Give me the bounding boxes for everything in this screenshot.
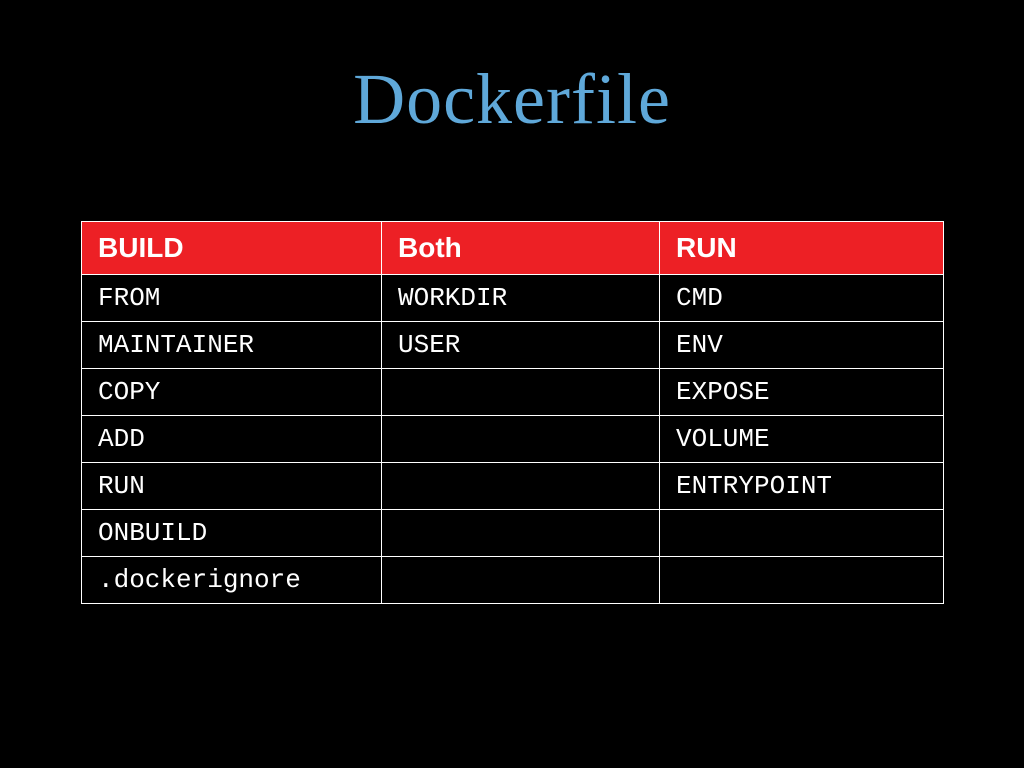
cell: ADD: [82, 416, 382, 463]
cell: [382, 557, 660, 604]
cell: EXPOSE: [660, 369, 944, 416]
cell: [382, 510, 660, 557]
cell: COPY: [82, 369, 382, 416]
table-row: .dockerignore: [82, 557, 944, 604]
cell: VOLUME: [660, 416, 944, 463]
cell: [660, 557, 944, 604]
table-row: MAINTAINER USER ENV: [82, 322, 944, 369]
cell: [382, 463, 660, 510]
cell: [382, 416, 660, 463]
cell: RUN: [82, 463, 382, 510]
page-title: Dockerfile: [0, 58, 1024, 141]
table-row: ONBUILD: [82, 510, 944, 557]
col-header-run: RUN: [660, 222, 944, 275]
cell: MAINTAINER: [82, 322, 382, 369]
table-row: COPY EXPOSE: [82, 369, 944, 416]
cell: [660, 510, 944, 557]
cell: WORKDIR: [382, 275, 660, 322]
table-row: RUN ENTRYPOINT: [82, 463, 944, 510]
cell: ONBUILD: [82, 510, 382, 557]
col-header-both: Both: [382, 222, 660, 275]
cell: ENV: [660, 322, 944, 369]
cell: .dockerignore: [82, 557, 382, 604]
col-header-build: BUILD: [82, 222, 382, 275]
table-header-row: BUILD Both RUN: [82, 222, 944, 275]
cell: [382, 369, 660, 416]
table-row: FROM WORKDIR CMD: [82, 275, 944, 322]
dockerfile-table: BUILD Both RUN FROM WORKDIR CMD MAINTAIN…: [81, 221, 943, 604]
cell: CMD: [660, 275, 944, 322]
cell: USER: [382, 322, 660, 369]
cell: ENTRYPOINT: [660, 463, 944, 510]
cell: FROM: [82, 275, 382, 322]
table-row: ADD VOLUME: [82, 416, 944, 463]
